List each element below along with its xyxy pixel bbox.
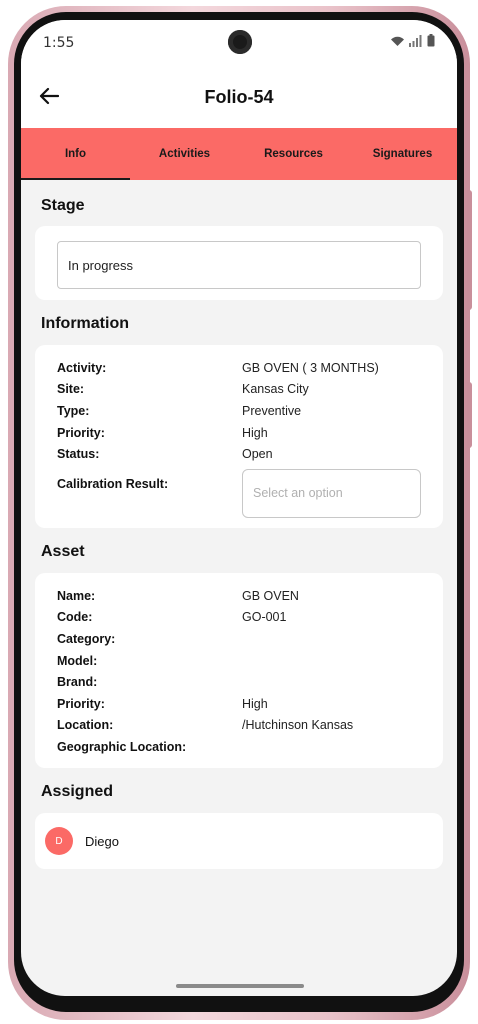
content-area: Stage In progress Information Activity: … bbox=[21, 180, 457, 996]
asset-row-model: Model: bbox=[57, 650, 421, 672]
info-value: Kansas City bbox=[242, 382, 309, 397]
stage-field[interactable]: In progress bbox=[57, 241, 421, 289]
asset-row-name: Name: GB OVEN bbox=[57, 585, 421, 607]
info-row-status: Status: Open bbox=[57, 443, 421, 465]
status-bar: 1:55 bbox=[21, 20, 457, 70]
info-row-site: Site: Kansas City bbox=[57, 379, 421, 401]
info-label: Type: bbox=[57, 403, 90, 418]
assignee-name: Diego bbox=[85, 833, 119, 849]
asset-label: Category: bbox=[57, 631, 116, 646]
battery-icon bbox=[427, 34, 435, 47]
page-title: Folio-54 bbox=[204, 87, 274, 107]
tab-signatures[interactable]: Signatures bbox=[348, 128, 457, 180]
asset-card: Name: GB OVEN Code: GO-001 Category: Mod… bbox=[35, 573, 443, 768]
calibration-label: Calibration Result: bbox=[57, 476, 169, 491]
asset-row-code: Code: GO-001 bbox=[57, 607, 421, 629]
asset-label: Location: bbox=[57, 718, 114, 733]
asset-row-brand: Brand: bbox=[57, 671, 421, 693]
wifi-icon bbox=[390, 35, 405, 47]
asset-value: GO-001 bbox=[242, 610, 287, 625]
info-label: Site: bbox=[57, 382, 85, 397]
status-icons bbox=[390, 34, 435, 47]
asset-value: High bbox=[242, 696, 268, 711]
asset-heading: Asset bbox=[41, 543, 85, 560]
signal-icon bbox=[409, 34, 423, 47]
tab-bar: Info Activities Resources Signatures bbox=[21, 128, 457, 180]
info-label: Priority: bbox=[57, 425, 105, 440]
status-time: 1:55 bbox=[43, 35, 75, 51]
information-card: Activity: GB OVEN ( 3 MONTHS) Site: Kans… bbox=[35, 345, 443, 528]
info-label: Status: bbox=[57, 447, 100, 462]
avatar: D bbox=[45, 827, 73, 855]
stage-heading: Stage bbox=[41, 197, 85, 214]
info-value: GB OVEN ( 3 MONTHS) bbox=[242, 360, 379, 375]
tab-info[interactable]: Info bbox=[21, 128, 130, 180]
stage-card: In progress bbox=[35, 226, 443, 300]
assigned-heading: Assigned bbox=[41, 783, 114, 800]
app-header: Folio-54 bbox=[21, 70, 457, 128]
asset-label: Brand: bbox=[57, 675, 98, 690]
calibration-row: Calibration Result: Select an option bbox=[57, 468, 421, 518]
asset-value: GB OVEN bbox=[242, 588, 299, 603]
asset-row-category: Category: bbox=[57, 628, 421, 650]
asset-label: Name: bbox=[57, 588, 96, 603]
info-value: Open bbox=[242, 447, 273, 462]
asset-row-location: Location: /Hutchinson Kansas bbox=[57, 715, 421, 737]
asset-label: Geographic Location: bbox=[57, 739, 187, 754]
asset-label: Model: bbox=[57, 653, 98, 668]
asset-label: Code: bbox=[57, 610, 93, 625]
asset-label: Priority: bbox=[57, 696, 105, 711]
tab-activities[interactable]: Activities bbox=[130, 128, 239, 180]
asset-row-geographic-location: Geographic Location: bbox=[57, 736, 421, 758]
info-row-type: Type: Preventive bbox=[57, 400, 421, 422]
info-row-priority: Priority: High bbox=[57, 422, 421, 444]
info-row-activity: Activity: GB OVEN ( 3 MONTHS) bbox=[57, 357, 421, 379]
tab-resources[interactable]: Resources bbox=[239, 128, 348, 180]
info-value: Preventive bbox=[242, 403, 302, 418]
calibration-select[interactable]: Select an option bbox=[242, 468, 421, 518]
information-heading: Information bbox=[41, 315, 129, 332]
info-value: High bbox=[242, 425, 268, 440]
info-label: Activity: bbox=[57, 360, 107, 375]
screen: 1:55 Folio-54 Info Activities Resources … bbox=[21, 20, 457, 996]
assigned-card[interactable]: D Diego bbox=[35, 813, 443, 869]
asset-value: /Hutchinson Kansas bbox=[242, 718, 354, 733]
front-camera bbox=[228, 30, 252, 54]
asset-row-priority: Priority: High bbox=[57, 693, 421, 715]
home-indicator[interactable] bbox=[176, 984, 304, 988]
volume-button bbox=[467, 190, 472, 310]
power-button bbox=[467, 382, 472, 448]
